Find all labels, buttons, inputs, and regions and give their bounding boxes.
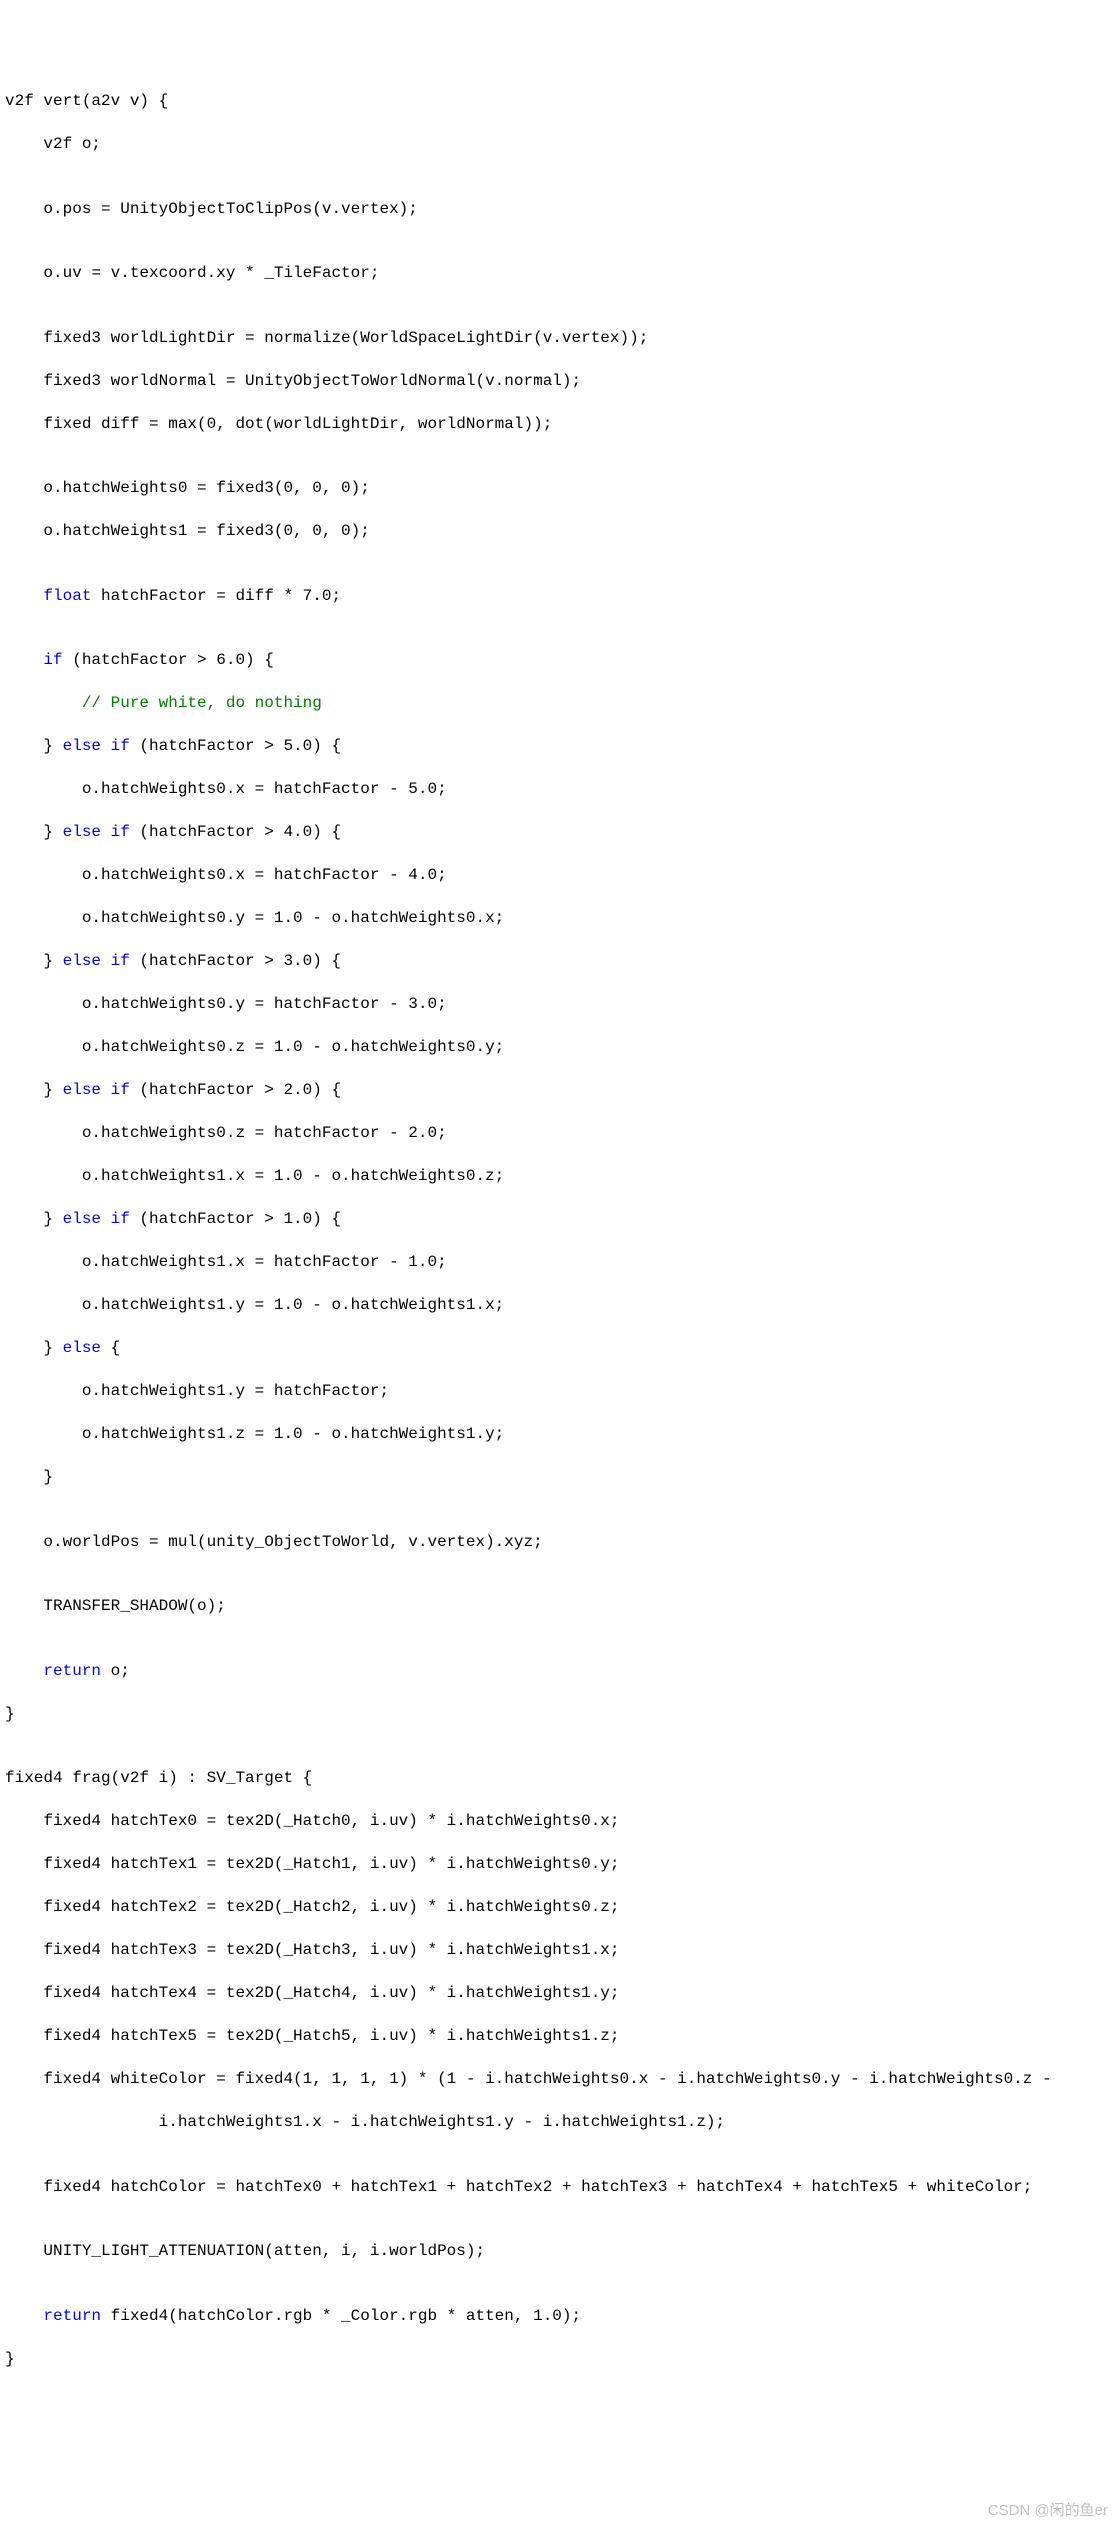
code-line: o.hatchWeights0.z = hatchFactor - 2.0; (5, 1123, 1113, 1145)
comment: // Pure white, do nothing (82, 694, 322, 712)
code-text: (hatchFactor > 1.0) { (130, 1210, 341, 1228)
code-line: o.hatchWeights1.z = 1.0 - o.hatchWeights… (5, 1424, 1113, 1446)
code-line: o.hatchWeights0.x = hatchFactor - 5.0; (5, 779, 1113, 801)
code-text (101, 823, 111, 841)
code-line: fixed4 hatchTex3 = tex2D(_Hatch3, i.uv) … (5, 1940, 1113, 1962)
code-line: o.hatchWeights1.y = 1.0 - o.hatchWeights… (5, 1295, 1113, 1317)
keyword-if: if (111, 952, 130, 970)
code-line: } else if (hatchFactor > 2.0) { (5, 1080, 1113, 1102)
code-line: } (5, 1467, 1113, 1489)
code-line: o.hatchWeights0.y = hatchFactor - 3.0; (5, 994, 1113, 1016)
code-line: o.worldPos = mul(unity_ObjectToWorld, v.… (5, 1532, 1113, 1554)
code-line: v2f vert(a2v v) { (5, 91, 1113, 113)
keyword-if: if (111, 823, 130, 841)
keyword-else: else (63, 823, 101, 841)
code-line: o.pos = UnityObjectToClipPos(v.vertex); (5, 199, 1113, 221)
code-line: } else if (hatchFactor > 4.0) { (5, 822, 1113, 844)
code-line: fixed4 frag(v2f i) : SV_Target { (5, 1768, 1113, 1790)
code-line: } else if (hatchFactor > 3.0) { (5, 951, 1113, 973)
code-line: fixed4 hatchTex5 = tex2D(_Hatch5, i.uv) … (5, 2026, 1113, 2048)
code-text: { (101, 1339, 120, 1357)
code-text: o; (101, 1662, 130, 1680)
keyword-else: else (63, 952, 101, 970)
code-text (101, 952, 111, 970)
keyword-if: if (111, 1081, 130, 1099)
code-text (101, 1210, 111, 1228)
code-text: (hatchFactor > 4.0) { (130, 823, 341, 841)
keyword-else: else (63, 1210, 101, 1228)
keyword-else: else (63, 737, 101, 755)
keyword-else: else (63, 1081, 101, 1099)
code-line: o.uv = v.texcoord.xy * _TileFactor; (5, 263, 1113, 285)
code-text: } (5, 737, 63, 755)
code-line: fixed4 hatchTex2 = tex2D(_Hatch2, i.uv) … (5, 1897, 1113, 1919)
code-line: fixed3 worldNormal = UnityObjectToWorldN… (5, 371, 1113, 393)
code-line: o.hatchWeights0.x = hatchFactor - 4.0; (5, 865, 1113, 887)
code-line: return fixed4(hatchColor.rgb * _Color.rg… (5, 2306, 1113, 2328)
code-text: (hatchFactor > 3.0) { (130, 952, 341, 970)
code-text: fixed4(hatchColor.rgb * _Color.rgb * att… (101, 2307, 581, 2325)
code-line: fixed4 hatchColor = hatchTex0 + hatchTex… (5, 2177, 1113, 2199)
keyword-if: if (43, 651, 62, 669)
code-line: o.hatchWeights0.y = 1.0 - o.hatchWeights… (5, 908, 1113, 930)
code-line: o.hatchWeights1.y = hatchFactor; (5, 1381, 1113, 1403)
keyword-return: return (43, 1662, 101, 1680)
code-line: } (5, 1704, 1113, 1726)
keyword-return: return (43, 2307, 101, 2325)
code-text (101, 737, 111, 755)
keyword-float: float (43, 587, 91, 605)
code-line: TRANSFER_SHADOW(o); (5, 1596, 1113, 1618)
code-text (101, 1081, 111, 1099)
code-line: v2f o; (5, 134, 1113, 156)
code-line: } else if (hatchFactor > 1.0) { (5, 1209, 1113, 1231)
code-text: } (5, 952, 63, 970)
code-line: float hatchFactor = diff * 7.0; (5, 586, 1113, 608)
code-line: } (5, 2349, 1113, 2371)
code-text: } (5, 1081, 63, 1099)
code-text: (hatchFactor > 2.0) { (130, 1081, 341, 1099)
code-line: o.hatchWeights0 = fixed3(0, 0, 0); (5, 478, 1113, 500)
keyword-if: if (111, 737, 130, 755)
code-line: i.hatchWeights1.x - i.hatchWeights1.y - … (5, 2112, 1113, 2134)
code-text: } (5, 823, 63, 841)
code-line: } else if (hatchFactor > 5.0) { (5, 736, 1113, 758)
watermark: CSDN @闲的鱼er (988, 2500, 1108, 2522)
code-line: fixed4 whiteColor = fixed4(1, 1, 1, 1) *… (5, 2069, 1113, 2091)
code-line: fixed3 worldLightDir = normalize(WorldSp… (5, 328, 1113, 350)
code-line: o.hatchWeights1.x = 1.0 - o.hatchWeights… (5, 1166, 1113, 1188)
code-line: return o; (5, 1661, 1113, 1683)
code-line: UNITY_LIGHT_ATTENUATION(atten, i, i.worl… (5, 2241, 1113, 2263)
code-line: o.hatchWeights1.x = hatchFactor - 1.0; (5, 1252, 1113, 1274)
code-line: // Pure white, do nothing (5, 693, 1113, 715)
keyword-if: if (111, 1210, 130, 1228)
code-line: fixed4 hatchTex1 = tex2D(_Hatch1, i.uv) … (5, 1854, 1113, 1876)
code-text: (hatchFactor > 6.0) { (63, 651, 274, 669)
code-line: o.hatchWeights1 = fixed3(0, 0, 0); (5, 521, 1113, 543)
code-line: o.hatchWeights0.z = 1.0 - o.hatchWeights… (5, 1037, 1113, 1059)
keyword-else: else (63, 1339, 101, 1357)
code-text: (hatchFactor > 5.0) { (130, 737, 341, 755)
code-line: fixed4 hatchTex0 = tex2D(_Hatch0, i.uv) … (5, 1811, 1113, 1833)
code-text: } (5, 1339, 63, 1357)
code-line: if (hatchFactor > 6.0) { (5, 650, 1113, 672)
code-line: } else { (5, 1338, 1113, 1360)
code-text: } (5, 1210, 63, 1228)
code-line: fixed diff = max(0, dot(worldLightDir, w… (5, 414, 1113, 436)
code-line: fixed4 hatchTex4 = tex2D(_Hatch4, i.uv) … (5, 1983, 1113, 2005)
code-text: hatchFactor = diff * 7.0; (91, 587, 341, 605)
